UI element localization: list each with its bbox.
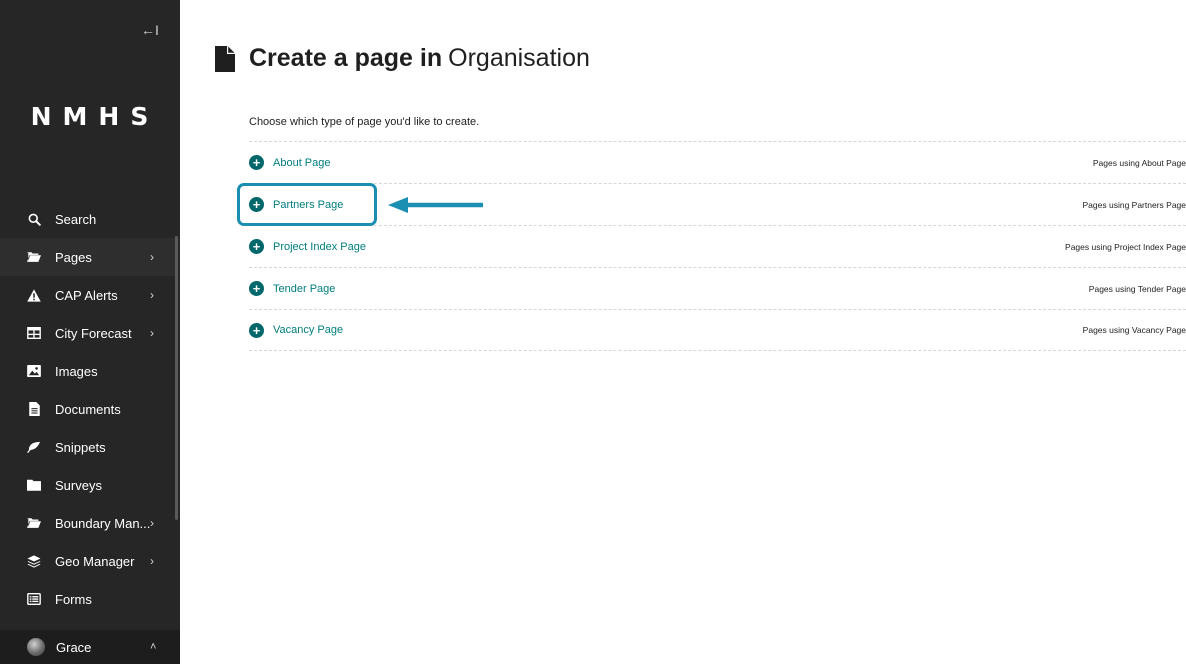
list-item: + Tender Page Pages using Tender Page (249, 267, 1186, 309)
folder-open-icon (27, 516, 41, 530)
chevron-right-icon: › (150, 516, 154, 530)
pages-using-link[interactable]: Pages using Project Index Page (1065, 242, 1186, 252)
arrow-left-icon (388, 196, 484, 219)
pages-using-link[interactable]: Pages using Tender Page (1089, 284, 1186, 294)
intro-text: Choose which type of page you'd like to … (249, 116, 480, 128)
pages-using-link[interactable]: Pages using Partners Page (1083, 200, 1186, 210)
list-icon (27, 592, 41, 606)
sidebar-item-pages[interactable]: Pages › (0, 238, 175, 276)
chevron-up-icon: ˄ (150, 641, 157, 653)
list-item: + About Page Pages using About Page (249, 141, 1186, 183)
sidebar-item-label: Boundary Man... (55, 515, 151, 531)
collapse-sidebar-button[interactable]: ←I (138, 18, 162, 42)
plus-circle-icon[interactable]: + (249, 155, 264, 170)
list-item: + Project Index Page Pages using Project… (249, 225, 1186, 267)
sidebar-item-geo-manager[interactable]: Geo Manager › (0, 542, 175, 580)
page-title-action: Create a page in (249, 44, 443, 72)
table-icon (27, 326, 41, 340)
sidebar-item-label: Geo Manager (55, 553, 135, 569)
sidebar-item-images[interactable]: Images (0, 352, 175, 390)
layers-icon (27, 554, 41, 568)
page-type-list: + About Page Pages using About Page + Pa… (249, 141, 1186, 351)
chevron-right-icon: › (150, 288, 154, 302)
sidebar-item-cap-alerts[interactable]: CAP Alerts › (0, 276, 175, 314)
document-icon (27, 402, 41, 416)
page-title-parent: Organisation (448, 44, 590, 72)
sidebar: ←I NMHS Search Pages › CAP Alerts › City… (0, 0, 180, 664)
sidebar-item-surveys[interactable]: Surveys (0, 466, 175, 504)
sidebar-item-forms[interactable]: Forms (0, 580, 175, 618)
folder-icon (27, 478, 41, 492)
sidebar-item-snippets[interactable]: Snippets (0, 428, 175, 466)
sidebar-item-label: City Forecast (55, 325, 132, 341)
sidebar-scrollbar[interactable] (175, 236, 178, 520)
page-type-link[interactable]: About Page (273, 157, 331, 169)
sidebar-item-search[interactable]: Search (0, 200, 175, 238)
plus-circle-icon[interactable]: + (249, 322, 264, 338)
sidebar-item-city-forecast[interactable]: City Forecast › (0, 314, 175, 352)
page-title: Create a page in Organisation (249, 44, 590, 73)
page-type-link[interactable]: Project Index Page (273, 241, 366, 253)
plus-circle-icon[interactable]: + (249, 239, 264, 254)
leaf-icon (27, 440, 41, 454)
folder-open-icon (27, 250, 41, 264)
highlight-box (237, 183, 377, 226)
warning-icon (27, 288, 41, 302)
site-logo[interactable]: NMHS (0, 102, 180, 131)
page-type-link[interactable]: Vacancy Page (273, 324, 343, 336)
sidebar-item-label: Forms (55, 591, 92, 607)
sidebar-item-label: Images (55, 363, 98, 379)
avatar (27, 638, 45, 656)
image-icon (27, 364, 41, 378)
sidebar-item-label: Search (55, 211, 97, 227)
pages-using-link[interactable]: Pages using About Page (1093, 158, 1186, 168)
sidebar-item-label: Surveys (55, 477, 102, 493)
sidebar-item-label: Snippets (55, 439, 106, 455)
sidebar-item-documents[interactable]: Documents (0, 390, 175, 428)
account-menu[interactable]: Grace ˄ (0, 630, 180, 664)
user-name: Grace (56, 639, 92, 655)
search-icon (27, 212, 41, 226)
list-item: + Vacancy Page Pages using Vacancy Page (249, 309, 1186, 351)
page-type-link[interactable]: Tender Page (273, 283, 335, 295)
document-icon (215, 46, 235, 72)
sidebar-item-label: Pages (55, 249, 92, 265)
chevron-right-icon: › (150, 250, 154, 264)
sidebar-item-boundary-manager[interactable]: Boundary Man... › (0, 504, 175, 542)
chevron-right-icon: › (150, 326, 154, 340)
sidebar-item-label: CAP Alerts (55, 287, 118, 303)
sidebar-nav: Search Pages › CAP Alerts › City Forecas… (0, 200, 175, 618)
pages-using-link[interactable]: Pages using Vacancy Page (1083, 325, 1186, 335)
sidebar-item-label: Documents (55, 401, 121, 417)
chevron-right-icon: › (150, 554, 154, 568)
plus-circle-icon[interactable]: + (249, 281, 264, 296)
